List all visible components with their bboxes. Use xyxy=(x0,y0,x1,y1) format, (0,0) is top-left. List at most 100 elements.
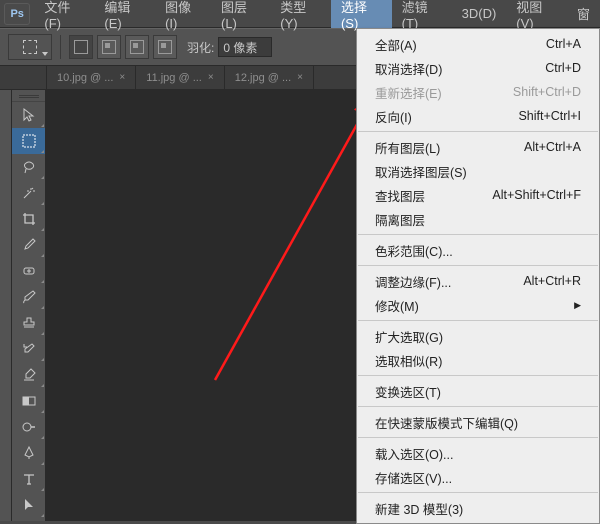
menu-item-label: 取消选择图层(S) xyxy=(375,162,467,181)
close-icon[interactable]: × xyxy=(119,72,125,83)
selection-mode-add[interactable] xyxy=(97,35,121,59)
tab-label: 11.jpg @ ... xyxy=(146,72,202,84)
menu-item-label: 在快速蒙版模式下编辑(Q) xyxy=(375,413,518,432)
tool-dodge[interactable] xyxy=(12,414,45,440)
menu-item[interactable]: 色彩范围(C)... xyxy=(357,238,599,262)
menu-item[interactable]: 变换选区(T) xyxy=(357,379,599,403)
select-menu-dropdown: 全部(A) Ctrl+A 取消选择(D) Ctrl+D 重新选择(E)Shift+Ctr… xyxy=(356,28,600,524)
menu-separator xyxy=(358,406,598,407)
tool-move[interactable] xyxy=(12,102,45,128)
menu-layer[interactable]: 图层(L) xyxy=(211,0,270,28)
menu-item-label: 新建 3D 模型(3) xyxy=(375,499,463,518)
menu-item-shortcut: Alt+Ctrl+R xyxy=(523,274,581,288)
menu-3d[interactable]: 3D(D) xyxy=(452,0,507,28)
menu-item[interactable]: 隔离图层 xyxy=(357,207,599,231)
tab-label: 12.jpg @ ... xyxy=(235,72,291,84)
tool-healing[interactable] xyxy=(12,258,45,284)
mode-add-icon xyxy=(102,40,116,54)
menu-item-label: 反向(I) xyxy=(375,107,412,126)
menu-separator xyxy=(358,131,598,132)
close-icon[interactable]: × xyxy=(297,72,303,83)
menu-filter[interactable]: 滤镜(T) xyxy=(392,0,452,28)
menu-item[interactable]: 新建 3D 模型(3) xyxy=(357,496,599,520)
menu-item-label: 隔离图层 xyxy=(375,210,425,229)
menu-item[interactable]: 存储选区(V)... xyxy=(357,465,599,489)
mode-subtract-icon xyxy=(130,40,144,54)
menu-item[interactable]: 取消选择(D) Ctrl+D xyxy=(357,56,599,80)
menu-item-shortcut: Shift+Ctrl+D xyxy=(513,85,581,99)
tool-marquee[interactable] xyxy=(12,128,45,154)
menu-item[interactable]: 查找图层 Alt+Shift+Ctrl+F xyxy=(357,183,599,207)
document-tab[interactable]: 11.jpg @ ... × xyxy=(136,66,224,89)
document-tab[interactable]: 10.jpg @ ... × xyxy=(46,66,136,89)
tool-eraser[interactable] xyxy=(12,362,45,388)
toolbox-grip[interactable] xyxy=(12,90,45,102)
menu-item[interactable]: 所有图层(L) Alt+Ctrl+A xyxy=(357,135,599,159)
menu-item-label: 查找图层 xyxy=(375,186,425,205)
menu-item-label: 色彩范围(C)... xyxy=(375,241,453,260)
menu-select[interactable]: 选择(S) xyxy=(331,0,392,28)
feather-input[interactable] xyxy=(218,37,272,57)
menu-item-label: 载入选区(O)... xyxy=(375,444,453,463)
menu-item-label: 调整边缘(F)... xyxy=(375,272,451,291)
menu-item[interactable]: 取消选择图层(S) xyxy=(357,159,599,183)
menu-item[interactable]: 在快速蒙版模式下编辑(Q) xyxy=(357,410,599,434)
menu-item[interactable]: 载入选区(O)... xyxy=(357,441,599,465)
menu-edit[interactable]: 编辑(E) xyxy=(94,0,155,28)
tool-pen[interactable] xyxy=(12,440,45,466)
selection-mode-intersect[interactable] xyxy=(153,35,177,59)
mode-new-icon xyxy=(74,40,88,54)
tool-type[interactable] xyxy=(12,466,45,492)
menu-item-shortcut: Ctrl+A xyxy=(546,37,581,51)
tab-label: 10.jpg @ ... xyxy=(57,72,113,84)
tool-lasso[interactable] xyxy=(12,154,45,180)
menu-item-label: 扩大选取(G) xyxy=(375,327,443,346)
menu-view[interactable]: 视图(V) xyxy=(506,0,567,28)
menu-item-label: 所有图层(L) xyxy=(375,138,440,157)
separator xyxy=(60,35,61,59)
tool-wand[interactable] xyxy=(12,180,45,206)
menu-type[interactable]: 类型(Y) xyxy=(270,0,331,28)
tool-preset-picker[interactable] xyxy=(8,34,52,60)
menu-item-shortcut: Alt+Shift+Ctrl+F xyxy=(492,188,581,202)
grip-icon xyxy=(19,95,39,96)
menu-item[interactable]: 选取相似(R) xyxy=(357,348,599,372)
tool-eyedropper[interactable] xyxy=(12,232,45,258)
menu-item[interactable]: 调整边缘(F)... Alt+Ctrl+R xyxy=(357,269,599,293)
tool-history-brush[interactable] xyxy=(12,336,45,362)
tool-brush[interactable] xyxy=(12,284,45,310)
menu-item[interactable]: 全部(A) Ctrl+A xyxy=(357,32,599,56)
menu-separator xyxy=(358,437,598,438)
menu-separator xyxy=(358,375,598,376)
menu-file[interactable]: 文件(F) xyxy=(34,0,94,28)
menu-item-label: 取消选择(D) xyxy=(375,59,442,78)
menu-item-label: 修改(M) xyxy=(375,296,419,315)
close-icon[interactable]: × xyxy=(208,72,214,83)
document-tab[interactable]: 12.jpg @ ... × xyxy=(225,66,314,89)
app-badge: Ps xyxy=(4,3,30,25)
selection-mode-new[interactable] xyxy=(69,35,93,59)
menu-item[interactable]: 反向(I) Shift+Ctrl+I xyxy=(357,104,599,128)
selection-mode-subtract[interactable] xyxy=(125,35,149,59)
menu-item[interactable]: 修改(M) ▶ xyxy=(357,293,599,317)
menu-item-shortcut: Shift+Ctrl+I xyxy=(518,109,581,123)
menu-item-shortcut: Alt+Ctrl+A xyxy=(524,140,581,154)
menu-item-label: 全部(A) xyxy=(375,35,417,54)
menu-item-label: 选取相似(R) xyxy=(375,351,442,370)
menu-bar: Ps 文件(F) 编辑(E) 图像(I) 图层(L) 类型(Y) 选择(S) 滤… xyxy=(0,0,600,28)
tool-path-select[interactable] xyxy=(12,492,45,518)
menu-separator xyxy=(358,265,598,266)
menu-item[interactable]: 扩大选取(G) xyxy=(357,324,599,348)
menu-window[interactable]: 窗 xyxy=(567,0,600,28)
tool-gradient[interactable] xyxy=(12,388,45,414)
tool-crop[interactable] xyxy=(12,206,45,232)
menu-separator xyxy=(358,234,598,235)
app-badge-text: Ps xyxy=(10,8,23,20)
menu-item-shortcut: Ctrl+D xyxy=(545,61,581,75)
tool-stamp[interactable] xyxy=(12,310,45,336)
menu-image[interactable]: 图像(I) xyxy=(155,0,211,28)
menu-item: 重新选择(E)Shift+Ctrl+D xyxy=(357,80,599,104)
toolbox xyxy=(12,90,46,521)
submenu-arrow-icon: ▶ xyxy=(574,300,581,311)
dock-rail xyxy=(0,90,12,521)
